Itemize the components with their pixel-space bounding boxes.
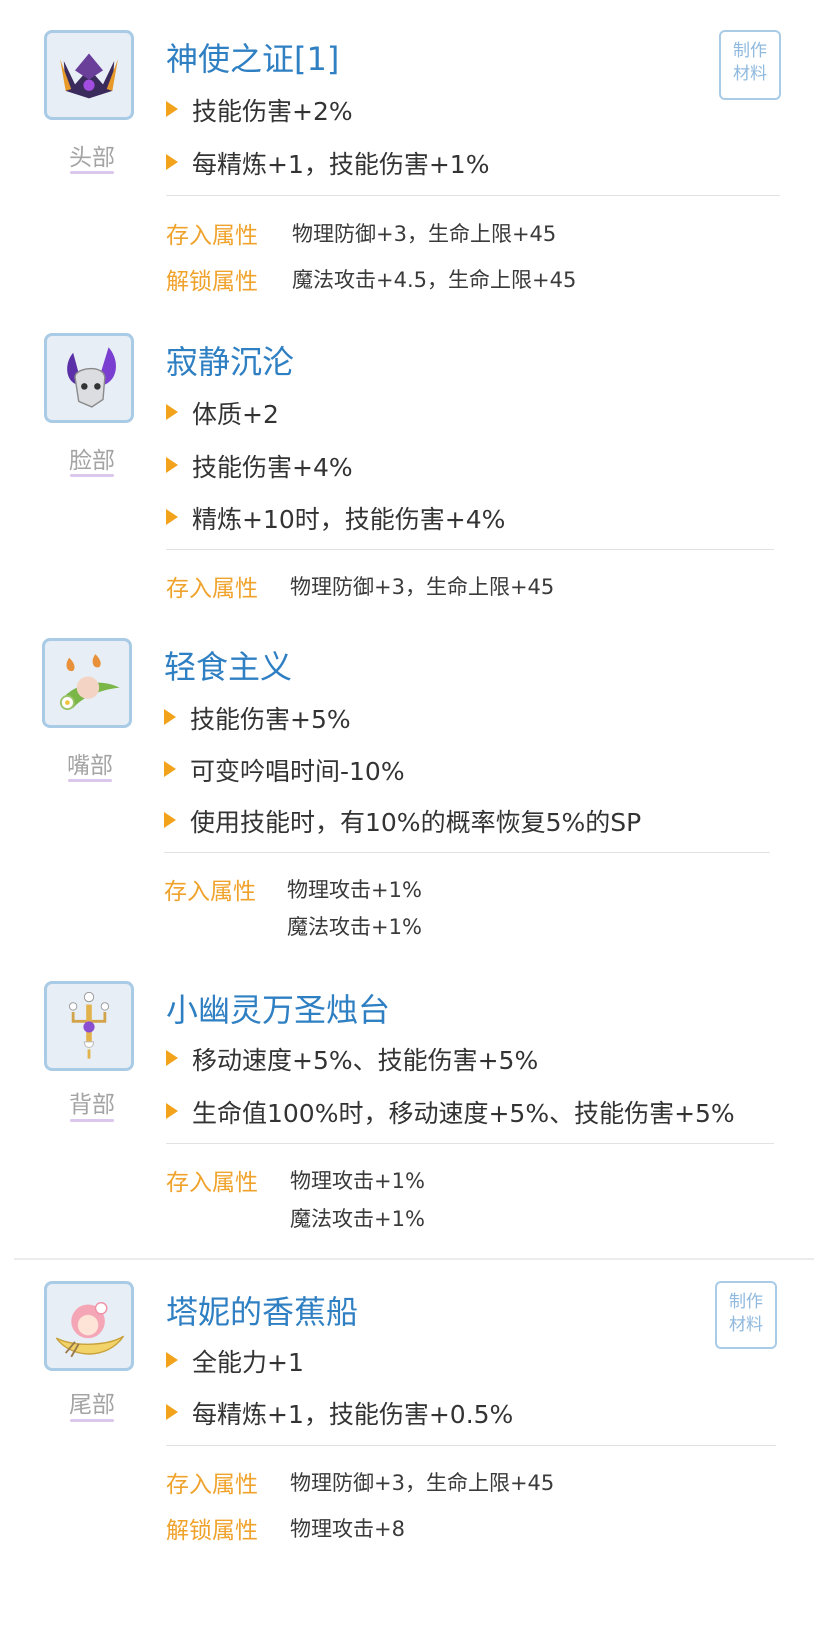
slot-underline: [70, 171, 114, 174]
effect-line: 移动速度+5%、技能伤害+5%: [166, 1041, 538, 1077]
unlock-attr-label: 解锁属性: [166, 269, 258, 295]
effect-line: 每精炼+1，技能伤害+1%: [166, 145, 489, 181]
stored-attr-value: 魔法攻击+1%: [290, 1207, 425, 1231]
divider: [166, 549, 774, 550]
item-title[interactable]: 寂静沉沦: [166, 337, 294, 383]
effect-line: 生命值100%时，移动速度+5%、技能伤害+5%: [166, 1094, 735, 1130]
bullet-triangle-icon: [166, 457, 178, 473]
stored-attr-value: 物理攻击+1%: [290, 1169, 425, 1193]
stored-attr-label: 存入属性: [164, 879, 256, 905]
dark-horned-crown-icon: [60, 53, 118, 99]
craft-material-button[interactable]: 制作 材料: [719, 30, 781, 100]
bullet-triangle-icon: [166, 154, 178, 170]
item-thumbnail[interactable]: [44, 1281, 134, 1371]
stored-attr-label: 存入属性: [166, 1472, 258, 1498]
item-thumbnail[interactable]: [44, 981, 134, 1071]
craft-label-line2: 材料: [729, 1315, 763, 1335]
stored-attr-value: 物理防御+3，生命上限+45: [290, 1471, 555, 1495]
bullet-triangle-icon: [166, 1103, 178, 1119]
bullet-triangle-icon: [166, 509, 178, 525]
effect-line: 技能伤害+4%: [166, 448, 353, 484]
ghost-candelabra-icon: [68, 991, 110, 1059]
effect-line: 可变吟唱时间-10%: [164, 752, 405, 788]
craft-label-line1: 制作: [729, 1292, 763, 1312]
item-title[interactable]: 小幽灵万圣烛台: [166, 985, 390, 1031]
stored-attr-label: 存入属性: [166, 223, 258, 249]
stored-attr-label: 存入属性: [166, 576, 258, 602]
bullet-triangle-icon: [166, 404, 178, 420]
bullet-triangle-icon: [166, 1404, 178, 1420]
effect-line: 技能伤害+5%: [164, 700, 351, 736]
item-thumbnail[interactable]: [44, 30, 134, 120]
slot-underline: [68, 779, 112, 782]
slot-label: 头部: [69, 145, 115, 171]
divider: [166, 1143, 774, 1144]
section-separator: [14, 1258, 814, 1260]
flower-leaf-peach-icon: [59, 654, 120, 711]
bullet-triangle-icon: [166, 1352, 178, 1368]
slot-label: 脸部: [69, 448, 115, 474]
item-thumbnail[interactable]: [44, 333, 134, 423]
purple-horn-mask-icon: [67, 347, 116, 408]
divider: [166, 195, 780, 196]
craft-label-line1: 制作: [733, 41, 767, 61]
bullet-triangle-icon: [166, 1050, 178, 1066]
item-title[interactable]: 轻食主义: [164, 642, 292, 688]
unlock-attr-label: 解锁属性: [166, 1518, 258, 1544]
stored-attr-value: 物理防御+3，生命上限+45: [290, 575, 555, 599]
stored-attr-value: 物理攻击+1%: [287, 878, 422, 902]
divider: [166, 1445, 776, 1446]
slot-label: 尾部: [69, 1392, 115, 1418]
craft-material-button[interactable]: 制作 材料: [715, 1281, 777, 1349]
bullet-triangle-icon: [166, 101, 178, 117]
effect-line: 精炼+10时，技能伤害+4%: [166, 500, 505, 536]
slot-underline: [70, 1419, 114, 1422]
effect-line: 全能力+1: [166, 1343, 304, 1379]
slot-underline: [70, 474, 114, 477]
unlock-attr-value: 物理攻击+8: [290, 1517, 405, 1541]
divider: [164, 852, 770, 853]
slot-label: 嘴部: [67, 753, 113, 779]
item-title[interactable]: 塔妮的香蕉船: [166, 1287, 358, 1333]
effect-line: 技能伤害+2%: [166, 92, 353, 128]
slot-underline: [70, 1119, 114, 1122]
craft-label-line2: 材料: [733, 64, 767, 84]
stored-attr-label: 存入属性: [166, 1170, 258, 1196]
banana-boat-girl-icon: [55, 1301, 125, 1358]
bullet-triangle-icon: [164, 709, 176, 725]
stored-attr-value: 物理防御+3，生命上限+45: [292, 222, 557, 246]
item-title[interactable]: 神使之证[1]: [166, 34, 339, 80]
slot-label: 背部: [69, 1092, 115, 1118]
unlock-attr-value: 魔法攻击+4.5，生命上限+45: [292, 268, 577, 292]
effect-line: 体质+2: [166, 395, 279, 431]
bullet-triangle-icon: [164, 812, 176, 828]
effect-line: 每精炼+1，技能伤害+0.5%: [166, 1395, 513, 1431]
stored-attr-value: 魔法攻击+1%: [287, 915, 422, 939]
effect-line: 使用技能时，有10%的概率恢复5%的SP: [164, 803, 641, 839]
item-thumbnail[interactable]: [42, 638, 132, 728]
bullet-triangle-icon: [164, 761, 176, 777]
